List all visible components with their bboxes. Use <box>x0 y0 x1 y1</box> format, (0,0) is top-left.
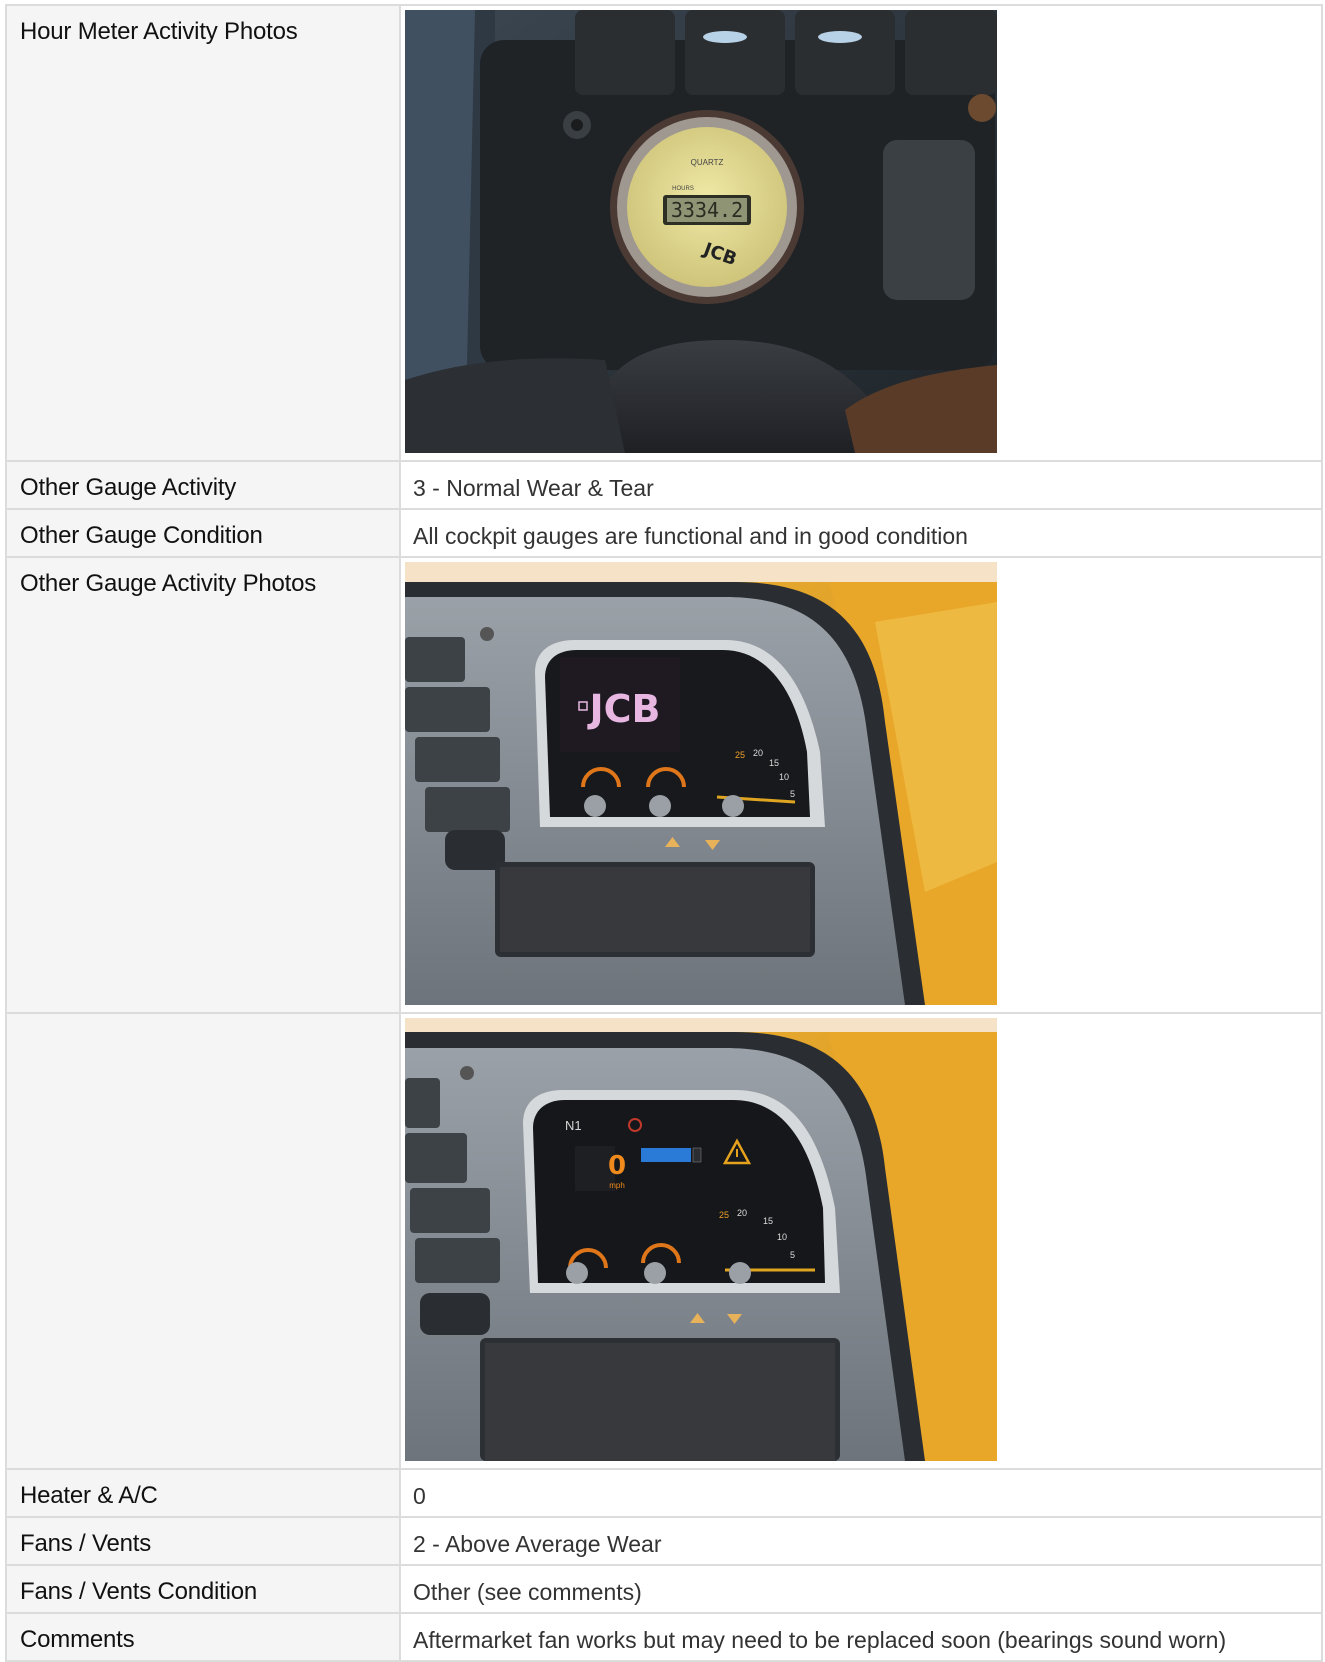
table-row: Other Gauge Activity Photos JCB 25 20 15… <box>5 556 1323 1014</box>
dial-number: 5 <box>790 1250 795 1260</box>
row-label: Other Gauge Activity Photos <box>5 556 401 1014</box>
row-label: Comments <box>5 1612 401 1662</box>
table-row: Comments Aftermarket fan works but may n… <box>5 1612 1323 1662</box>
row-label: Fans / Vents <box>5 1516 401 1566</box>
row-label: Fans / Vents Condition <box>5 1564 401 1614</box>
row-photo-cell: JCB 25 20 15 10 5 <box>399 556 1323 1014</box>
dial-number: 5 <box>790 789 795 799</box>
table-row: Other Gauge Activity 3 - Normal Wear & T… <box>5 460 1323 510</box>
table-row: Hour Meter Activity Photos QUARTZ HOURS … <box>5 4 1323 462</box>
speed-readout: 0 <box>608 1151 626 1181</box>
hour-meter-photo[interactable]: QUARTZ HOURS 3334.2 JCB <box>405 10 997 453</box>
dial-number: 15 <box>763 1216 773 1226</box>
row-value: 3 - Normal Wear & Tear <box>399 460 1323 510</box>
row-value: Aftermarket fan works but may need to be… <box>399 1612 1323 1662</box>
dial-number: 10 <box>779 772 789 782</box>
row-label: Other Gauge Activity <box>5 460 401 510</box>
speed-unit: mph <box>609 1181 625 1190</box>
gauge-hours-text: HOURS <box>672 186 694 192</box>
instrument-cluster-photo-on[interactable]: N1 0 mph 25 20 15 10 5 <box>405 1018 997 1461</box>
table-row: Fans / Vents Condition Other (see commen… <box>5 1564 1323 1614</box>
gear-indicator: N1 <box>565 1118 582 1133</box>
table-row: Other Gauge Condition All cockpit gauges… <box>5 508 1323 558</box>
instrument-cluster-photo-off[interactable]: JCB 25 20 15 10 5 <box>405 562 997 1005</box>
row-photo-cell: QUARTZ HOURS 3334.2 JCB <box>399 4 1323 462</box>
row-label: Heater & A/C <box>5 1468 401 1518</box>
row-label <box>5 1012 401 1470</box>
row-label: Hour Meter Activity Photos <box>5 4 401 462</box>
row-label: Other Gauge Condition <box>5 508 401 558</box>
row-value: 2 - Above Average Wear <box>399 1516 1323 1566</box>
table-row: N1 0 mph 25 20 15 10 5 <box>5 1012 1323 1470</box>
table-row: Fans / Vents 2 - Above Average Wear <box>5 1516 1323 1566</box>
dial-number: 10 <box>777 1232 787 1242</box>
row-value: 0 <box>399 1468 1323 1518</box>
row-value: All cockpit gauges are functional and in… <box>399 508 1323 558</box>
table-row: Heater & A/C 0 <box>5 1468 1323 1518</box>
inspection-table: Hour Meter Activity Photos QUARTZ HOURS … <box>5 4 1323 1662</box>
dial-number: 20 <box>737 1208 747 1218</box>
dial-number: 25 <box>719 1210 729 1220</box>
hour-meter-reading: 3334.2 <box>671 198 743 222</box>
gauge-brand-text: QUARTZ <box>691 158 724 167</box>
row-value: Other (see comments) <box>399 1564 1323 1614</box>
dial-number: 20 <box>753 748 763 758</box>
row-photo-cell: N1 0 mph 25 20 15 10 5 <box>399 1012 1323 1470</box>
dial-number: 25 <box>735 750 745 760</box>
jcb-display-logo: JCB <box>587 687 661 731</box>
dial-number: 15 <box>769 758 779 768</box>
